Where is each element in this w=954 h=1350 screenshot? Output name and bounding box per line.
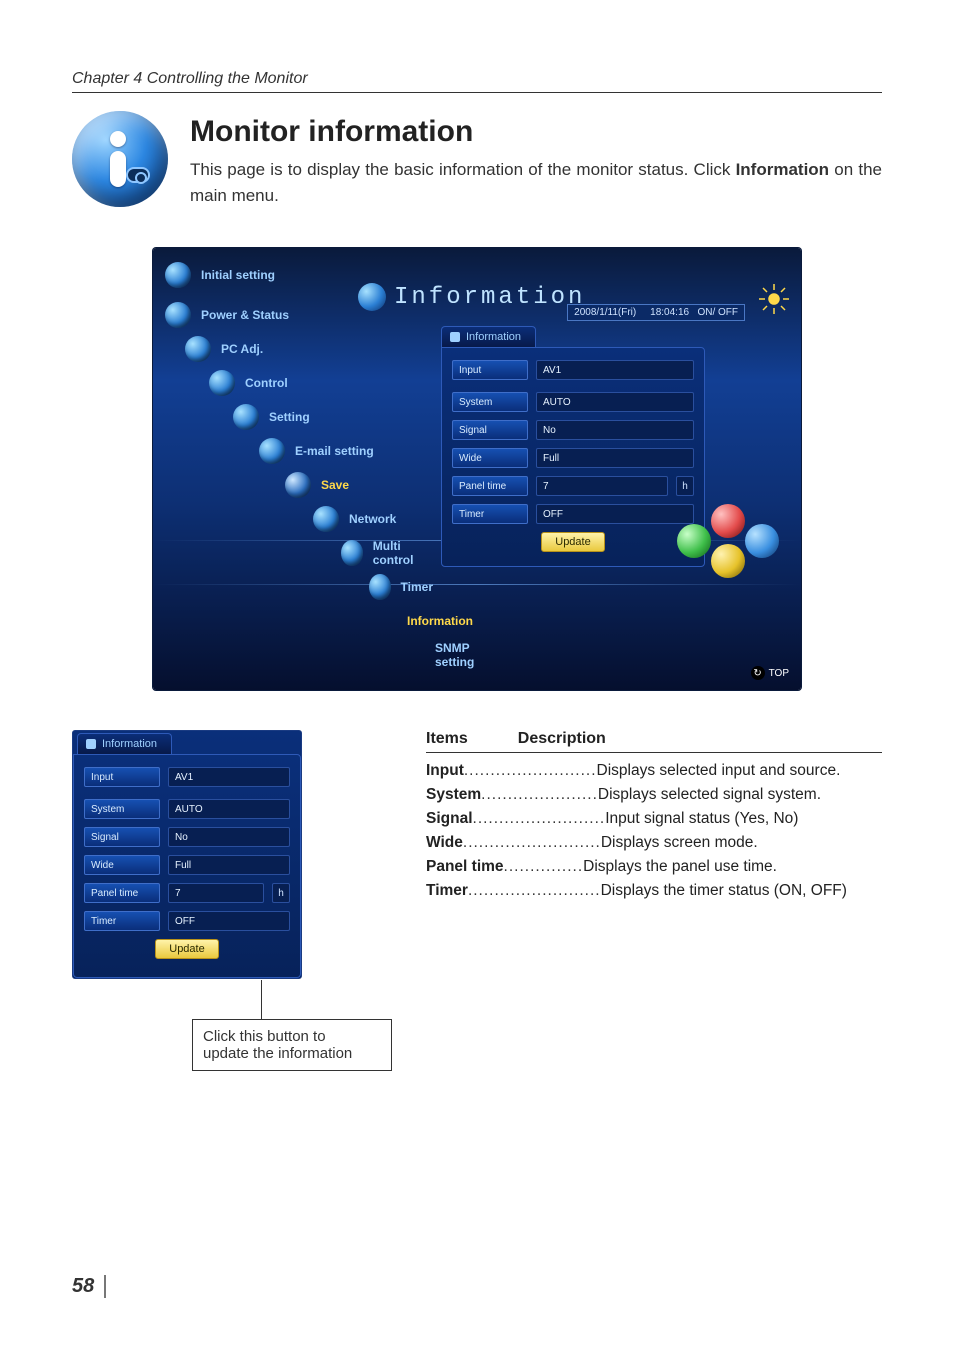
intro-bold: Information (736, 160, 830, 179)
callout-line-2: update the information (203, 1045, 381, 1062)
table-row: Panel time...............Displays the pa… (426, 855, 882, 879)
unit-panel-time: h (272, 883, 290, 903)
field-panel-time: Panel time 7 h (452, 476, 694, 496)
nav-save[interactable]: Save (153, 468, 433, 502)
nav-multi-control[interactable]: Multi control (153, 536, 433, 570)
table-row: System......................Displays sel… (426, 783, 882, 807)
table-row: Input.........................Displays s… (426, 759, 882, 783)
label-system: System (84, 799, 160, 819)
table-row: Signal.........................Input sig… (426, 807, 882, 831)
value-system: AUTO (536, 392, 694, 412)
label-input: Input (452, 360, 528, 380)
mini-information-tab[interactable]: Information (77, 733, 172, 754)
callout-box: Click this button to update the informat… (192, 1019, 392, 1071)
blue-sphere-icon (745, 524, 779, 558)
label-system: System (452, 392, 528, 412)
nav-timer[interactable]: Timer (153, 570, 433, 604)
page-number: 58 (72, 1275, 106, 1298)
panel-title: Information (358, 283, 585, 311)
field-system: System AUTO (84, 799, 290, 819)
label-wide: Wide (452, 448, 528, 468)
value-wide: Full (168, 855, 290, 875)
field-system: System AUTO (452, 392, 694, 412)
label-panel-time: Panel time (452, 476, 528, 496)
nav-network[interactable]: Network (153, 502, 433, 536)
information-box: Information Input AV1 System AUTO Signal… (441, 326, 705, 567)
status-date: 2008/1/11(Fri) (574, 307, 636, 318)
nav-control[interactable]: Control (153, 366, 433, 400)
nav-email-setting[interactable]: E-mail setting (153, 434, 433, 468)
field-input: Input AV1 (452, 360, 694, 380)
page-title: Monitor information (190, 115, 882, 149)
table-row: Timer.........................Displays t… (426, 879, 882, 903)
field-signal: Signal No (84, 827, 290, 847)
red-sphere-icon (711, 504, 745, 538)
nav-information[interactable]: Information (153, 604, 433, 638)
nav-setting[interactable]: Setting (153, 400, 433, 434)
label-signal: Signal (452, 420, 528, 440)
grid-icon (86, 739, 96, 749)
value-signal: No (168, 827, 290, 847)
top-link[interactable]: ↻ TOP (751, 666, 789, 680)
col-description: Description (518, 730, 606, 748)
value-signal: No (536, 420, 694, 440)
label-timer: Timer (452, 504, 528, 524)
value-input: AV1 (536, 360, 694, 380)
col-items: Items (426, 730, 468, 748)
value-panel-time: 7 (168, 883, 264, 903)
field-wide: Wide Full (84, 855, 290, 875)
refresh-icon: ↻ (751, 666, 765, 680)
value-panel-time: 7 (536, 476, 668, 496)
mini-information-panel: Information Input AV1 System AUTO Signal… (72, 730, 302, 979)
intro-prefix: This page is to display the basic inform… (190, 160, 736, 179)
side-nav: Initial setting Power & Status PC Adj. C… (153, 258, 433, 672)
status-power: ON/ OFF (697, 307, 738, 318)
field-input: Input AV1 (84, 767, 290, 787)
mini-update-button[interactable]: Update (155, 939, 219, 959)
table-row: Wide..........................Displays s… (426, 831, 882, 855)
yellow-sphere-icon (711, 544, 745, 578)
label-signal: Signal (84, 827, 160, 847)
info-icon (358, 283, 386, 311)
intro-text: This page is to display the basic inform… (190, 157, 882, 208)
field-wide: Wide Full (452, 448, 694, 468)
value-wide: Full (536, 448, 694, 468)
label-panel-time: Panel time (84, 883, 160, 903)
value-timer: OFF (536, 504, 694, 524)
label-input: Input (84, 767, 160, 787)
status-time: 18:04:16 (650, 307, 689, 318)
unit-panel-time: h (676, 476, 694, 496)
nav-snmp-setting[interactable]: SNMP setting (153, 638, 433, 672)
value-system: AUTO (168, 799, 290, 819)
value-timer: OFF (168, 911, 290, 931)
status-bar: 2008/1/11(Fri) 18:04:16 ON/ OFF (567, 304, 745, 321)
chapter-header: Chapter 4 Controlling the Monitor (72, 70, 882, 93)
grid-icon (450, 332, 460, 342)
description-table: Items Description Input.................… (420, 730, 882, 903)
update-button[interactable]: Update (541, 532, 605, 552)
field-timer: Timer OFF (84, 911, 290, 931)
info-icon (72, 111, 168, 207)
field-timer: Timer OFF (452, 504, 694, 524)
screenshot-panel: Initial setting Power & Status PC Adj. C… (153, 248, 801, 690)
brightness-icon (757, 282, 791, 316)
information-tab[interactable]: Information (441, 326, 536, 347)
green-sphere-icon (677, 524, 711, 558)
field-signal: Signal No (452, 420, 694, 440)
value-input: AV1 (168, 767, 290, 787)
label-timer: Timer (84, 911, 160, 931)
callout-line-1: Click this button to (203, 1028, 381, 1045)
field-panel-time: Panel time 7 h (84, 883, 290, 903)
label-wide: Wide (84, 855, 160, 875)
nav-pc-adj[interactable]: PC Adj. (153, 332, 433, 366)
